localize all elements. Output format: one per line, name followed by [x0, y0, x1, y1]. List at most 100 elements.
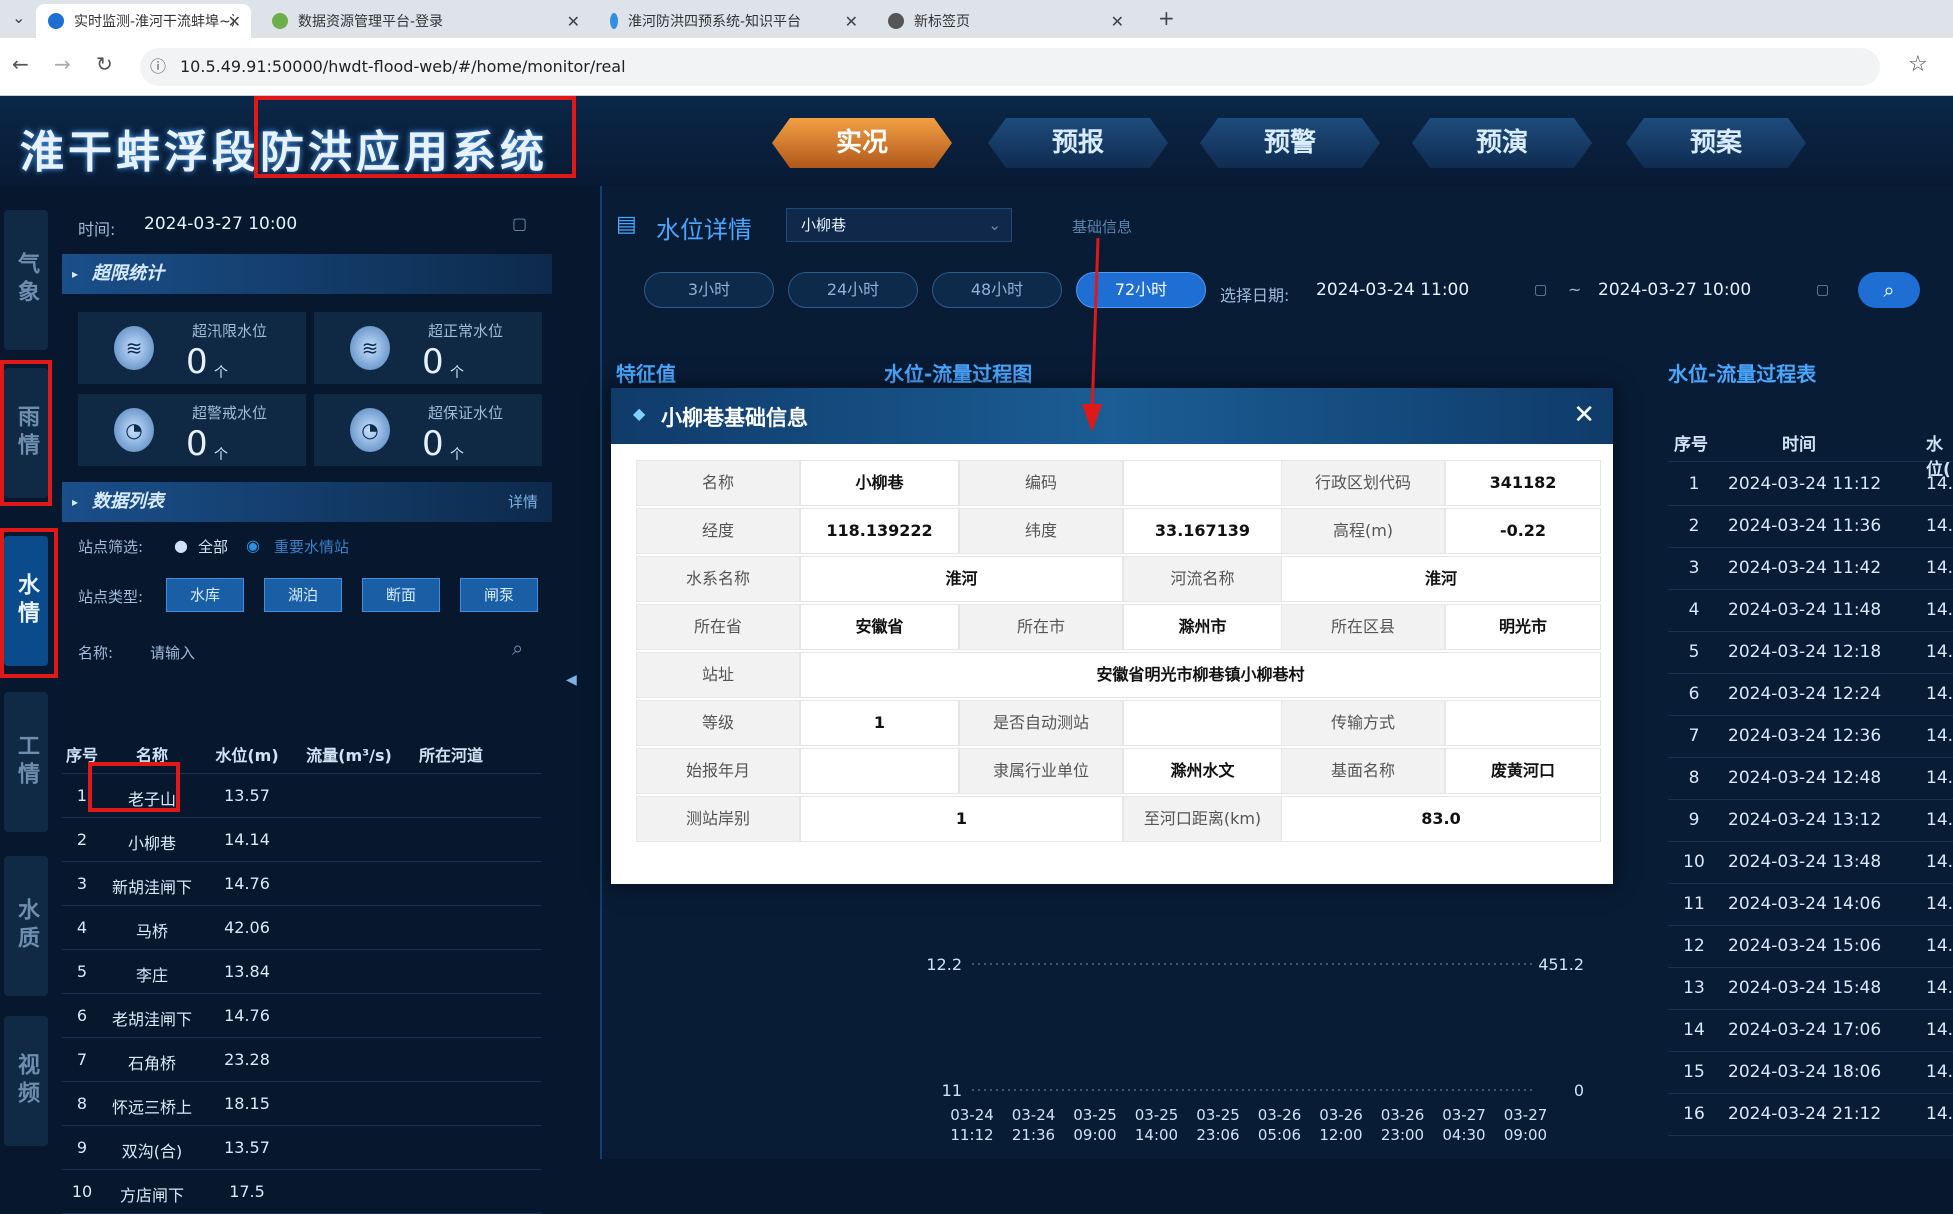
table-row[interactable]: 3 2024-03-24 11:42 14.0 — [1668, 548, 1953, 590]
station-select[interactable]: 小柳巷 ⌄ — [786, 208, 1012, 242]
app-header: 淮干蚌浮段防洪应用系统 实况 预报 预警 预演 预案 — [0, 96, 1953, 186]
annotation-arrow — [1082, 237, 1102, 432]
search-icon[interactable]: ⌕ — [512, 636, 523, 660]
info-cell-trans-k: 传输方式 — [1281, 700, 1445, 746]
time-3h-button[interactable]: 3小时 — [644, 272, 774, 308]
table-row[interactable]: 10 2024-03-24 13:48 14.0 — [1668, 842, 1953, 884]
time-48h-button[interactable]: 48小时 — [932, 272, 1062, 308]
row-level: 14.0 — [1926, 810, 1953, 830]
row-level: 14.14 — [224, 830, 270, 849]
detail-link[interactable]: 详情 — [508, 482, 538, 522]
nav-tab-plan[interactable]: 预案 — [1626, 118, 1806, 168]
table-row[interactable]: 7 石角桥 23.28 — [62, 1038, 542, 1082]
caret-icon: ▸ — [72, 495, 79, 509]
table-row[interactable]: 1 2024-03-24 11:12 14.0 — [1668, 464, 1953, 506]
calendar-icon[interactable]: ▢ — [1534, 282, 1547, 298]
row-name: 方店闸下 — [119, 1186, 184, 1205]
feature-title: 特征值 — [616, 362, 676, 386]
table-row[interactable]: 5 2024-03-24 12:18 14.0 — [1668, 632, 1953, 674]
type-gate-button[interactable]: 闸泵 — [460, 578, 538, 612]
calendar-icon[interactable]: ▢ — [512, 214, 527, 233]
table-row[interactable]: 14 2024-03-24 17:06 14.0 — [1668, 1010, 1953, 1052]
tab-title: 实时监测-淮河干流蚌埠~浮山 — [74, 14, 234, 30]
table-row[interactable]: 2 小柳巷 14.14 — [62, 818, 542, 862]
table-row[interactable]: 16 2024-03-24 21:12 14.0 — [1668, 1094, 1953, 1136]
close-tab-icon[interactable]: ✕ — [845, 12, 858, 31]
date-start[interactable]: 2024-03-24 11:00 — [1316, 280, 1469, 300]
date-end[interactable]: 2024-03-27 10:00 — [1598, 280, 1751, 300]
type-lake-button[interactable]: 湖泊 — [264, 578, 342, 612]
table-row[interactable]: 6 2024-03-24 12:24 14.0 — [1668, 674, 1953, 716]
table-row[interactable]: 15 2024-03-24 18:06 14.0 — [1668, 1052, 1953, 1094]
stat-over-guarantee[interactable]: ◔ 超保证水位 0 个 — [314, 394, 542, 466]
radio-important[interactable]: ◉ — [246, 536, 260, 555]
url-field[interactable]: ⓘ 10.5.49.91:50000/hwdt-flood-web/#/home… — [140, 48, 1880, 86]
nav-tab-forecast[interactable]: 预报 — [988, 118, 1168, 168]
close-tab-icon[interactable]: ✕ — [1111, 12, 1124, 31]
nav-tab-actual[interactable]: 实况 — [772, 118, 952, 168]
nav-tab-warning[interactable]: 预警 — [1200, 118, 1380, 168]
browser-tab[interactable]: 新标签页 ✕ — [876, 4, 1134, 38]
row-time: 2024-03-24 11:42 — [1728, 558, 1882, 578]
nav-tab-rehearsal[interactable]: 预演 — [1412, 118, 1592, 168]
row-index: 5 — [1688, 642, 1700, 662]
table-row[interactable]: 6 老胡洼闸下 14.76 — [62, 994, 542, 1038]
table-row[interactable]: 12 2024-03-24 15:06 14.0 — [1668, 926, 1953, 968]
reload-icon[interactable]: ↻ — [96, 52, 113, 76]
table-row[interactable]: 10 方店闸下 17.5 — [62, 1170, 542, 1214]
bookmark-star-icon[interactable]: ☆ — [1908, 52, 1928, 77]
type-section-button[interactable]: 断面 — [362, 578, 440, 612]
basic-info-modal: ◆ 小柳巷基础信息 ✕ 名称 小柳巷 编码 行政区划代码 341182 经度 118.139… — [611, 388, 1613, 884]
row-index: 14 — [1683, 1020, 1705, 1040]
new-tab-icon[interactable]: + — [1158, 6, 1175, 30]
close-tab-icon[interactable]: ✕ — [567, 12, 580, 31]
modal-title: 小柳巷基础信息 — [661, 406, 808, 430]
time-24h-button[interactable]: 24小时 — [788, 272, 918, 308]
rail-quality[interactable]: 水质 — [4, 856, 48, 996]
info-cell-lat-v: 33.167139 — [1123, 508, 1282, 554]
highlight-box — [0, 528, 58, 678]
divider-handle[interactable]: ◀ — [566, 672, 577, 688]
rail-engineering[interactable]: 工情 — [4, 692, 48, 832]
radio-all[interactable]: ● — [174, 536, 188, 555]
table-row[interactable]: 2 2024-03-24 11:36 14.0 — [1668, 506, 1953, 548]
stat-over-flood-limit[interactable]: ≋ 超汛限水位 0 个 — [78, 312, 306, 384]
name-input[interactable]: 请输入 — [150, 642, 480, 663]
site-info-icon[interactable]: ⓘ — [150, 48, 166, 86]
stat-over-normal[interactable]: ≋ 超正常水位 0 个 — [314, 312, 542, 384]
info-cell-unit-k: 隶属行业单位 — [959, 748, 1123, 794]
stat-value: 0 — [186, 424, 208, 464]
close-icon[interactable]: ✕ — [1573, 400, 1595, 430]
table-row[interactable]: 4 马桥 42.06 — [62, 906, 542, 950]
table-row[interactable]: 8 2024-03-24 12:48 14.0 — [1668, 758, 1953, 800]
tab-menu-icon[interactable]: ⌄ — [12, 8, 25, 27]
browser-tab[interactable]: 淮河防洪四预系统-知识平台 ✕ — [598, 4, 868, 38]
stat-label: 超警戒水位 — [192, 404, 268, 422]
close-tab-icon[interactable]: ✕ — [228, 12, 241, 31]
table-row[interactable]: 4 2024-03-24 11:48 14.0 — [1668, 590, 1953, 632]
table-row[interactable]: 5 李庄 13.84 — [62, 950, 542, 994]
rail-weather[interactable]: 气象 — [4, 210, 48, 350]
table-row[interactable]: 8 怀远三桥上 18.15 — [62, 1082, 542, 1126]
basic-info-link[interactable]: 基础信息 — [1072, 216, 1132, 237]
table-row[interactable]: 11 2024-03-24 14:06 14.0 — [1668, 884, 1953, 926]
type-reservoir-button[interactable]: 水库 — [166, 578, 244, 612]
calendar-icon[interactable]: ▢ — [1816, 282, 1829, 298]
table-row[interactable]: 3 新胡洼闸下 14.76 — [62, 862, 542, 906]
back-icon[interactable]: ← — [12, 52, 29, 76]
row-level: 14.0 — [1926, 516, 1953, 536]
stat-over-warning[interactable]: ◔ 超警戒水位 0 个 — [78, 394, 306, 466]
table-row[interactable]: 9 2024-03-24 13:12 14.0 — [1668, 800, 1953, 842]
search-button[interactable]: ⌕ — [1858, 272, 1920, 308]
table-row[interactable]: 9 双沟(合) 13.57 — [62, 1126, 542, 1170]
url-text: 10.5.49.91:50000/hwdt-flood-web/#/home/m… — [180, 57, 626, 76]
forward-icon[interactable]: → — [54, 52, 71, 76]
table-title: 水位-流量过程表 — [1668, 362, 1817, 386]
table-row[interactable]: 7 2024-03-24 12:36 14.0 — [1668, 716, 1953, 758]
rail-video[interactable]: 视频 — [4, 1016, 48, 1146]
row-index: 3 — [76, 874, 88, 893]
browser-tab-active[interactable]: 实时监测-淮河干流蚌埠~浮山 ✕ — [36, 4, 251, 38]
browser-tab[interactable]: 数据资源管理平台-登录 ✕ — [260, 4, 590, 38]
table-row[interactable]: 13 2024-03-24 15:48 14.0 — [1668, 968, 1953, 1010]
row-level: 18.15 — [224, 1094, 270, 1113]
